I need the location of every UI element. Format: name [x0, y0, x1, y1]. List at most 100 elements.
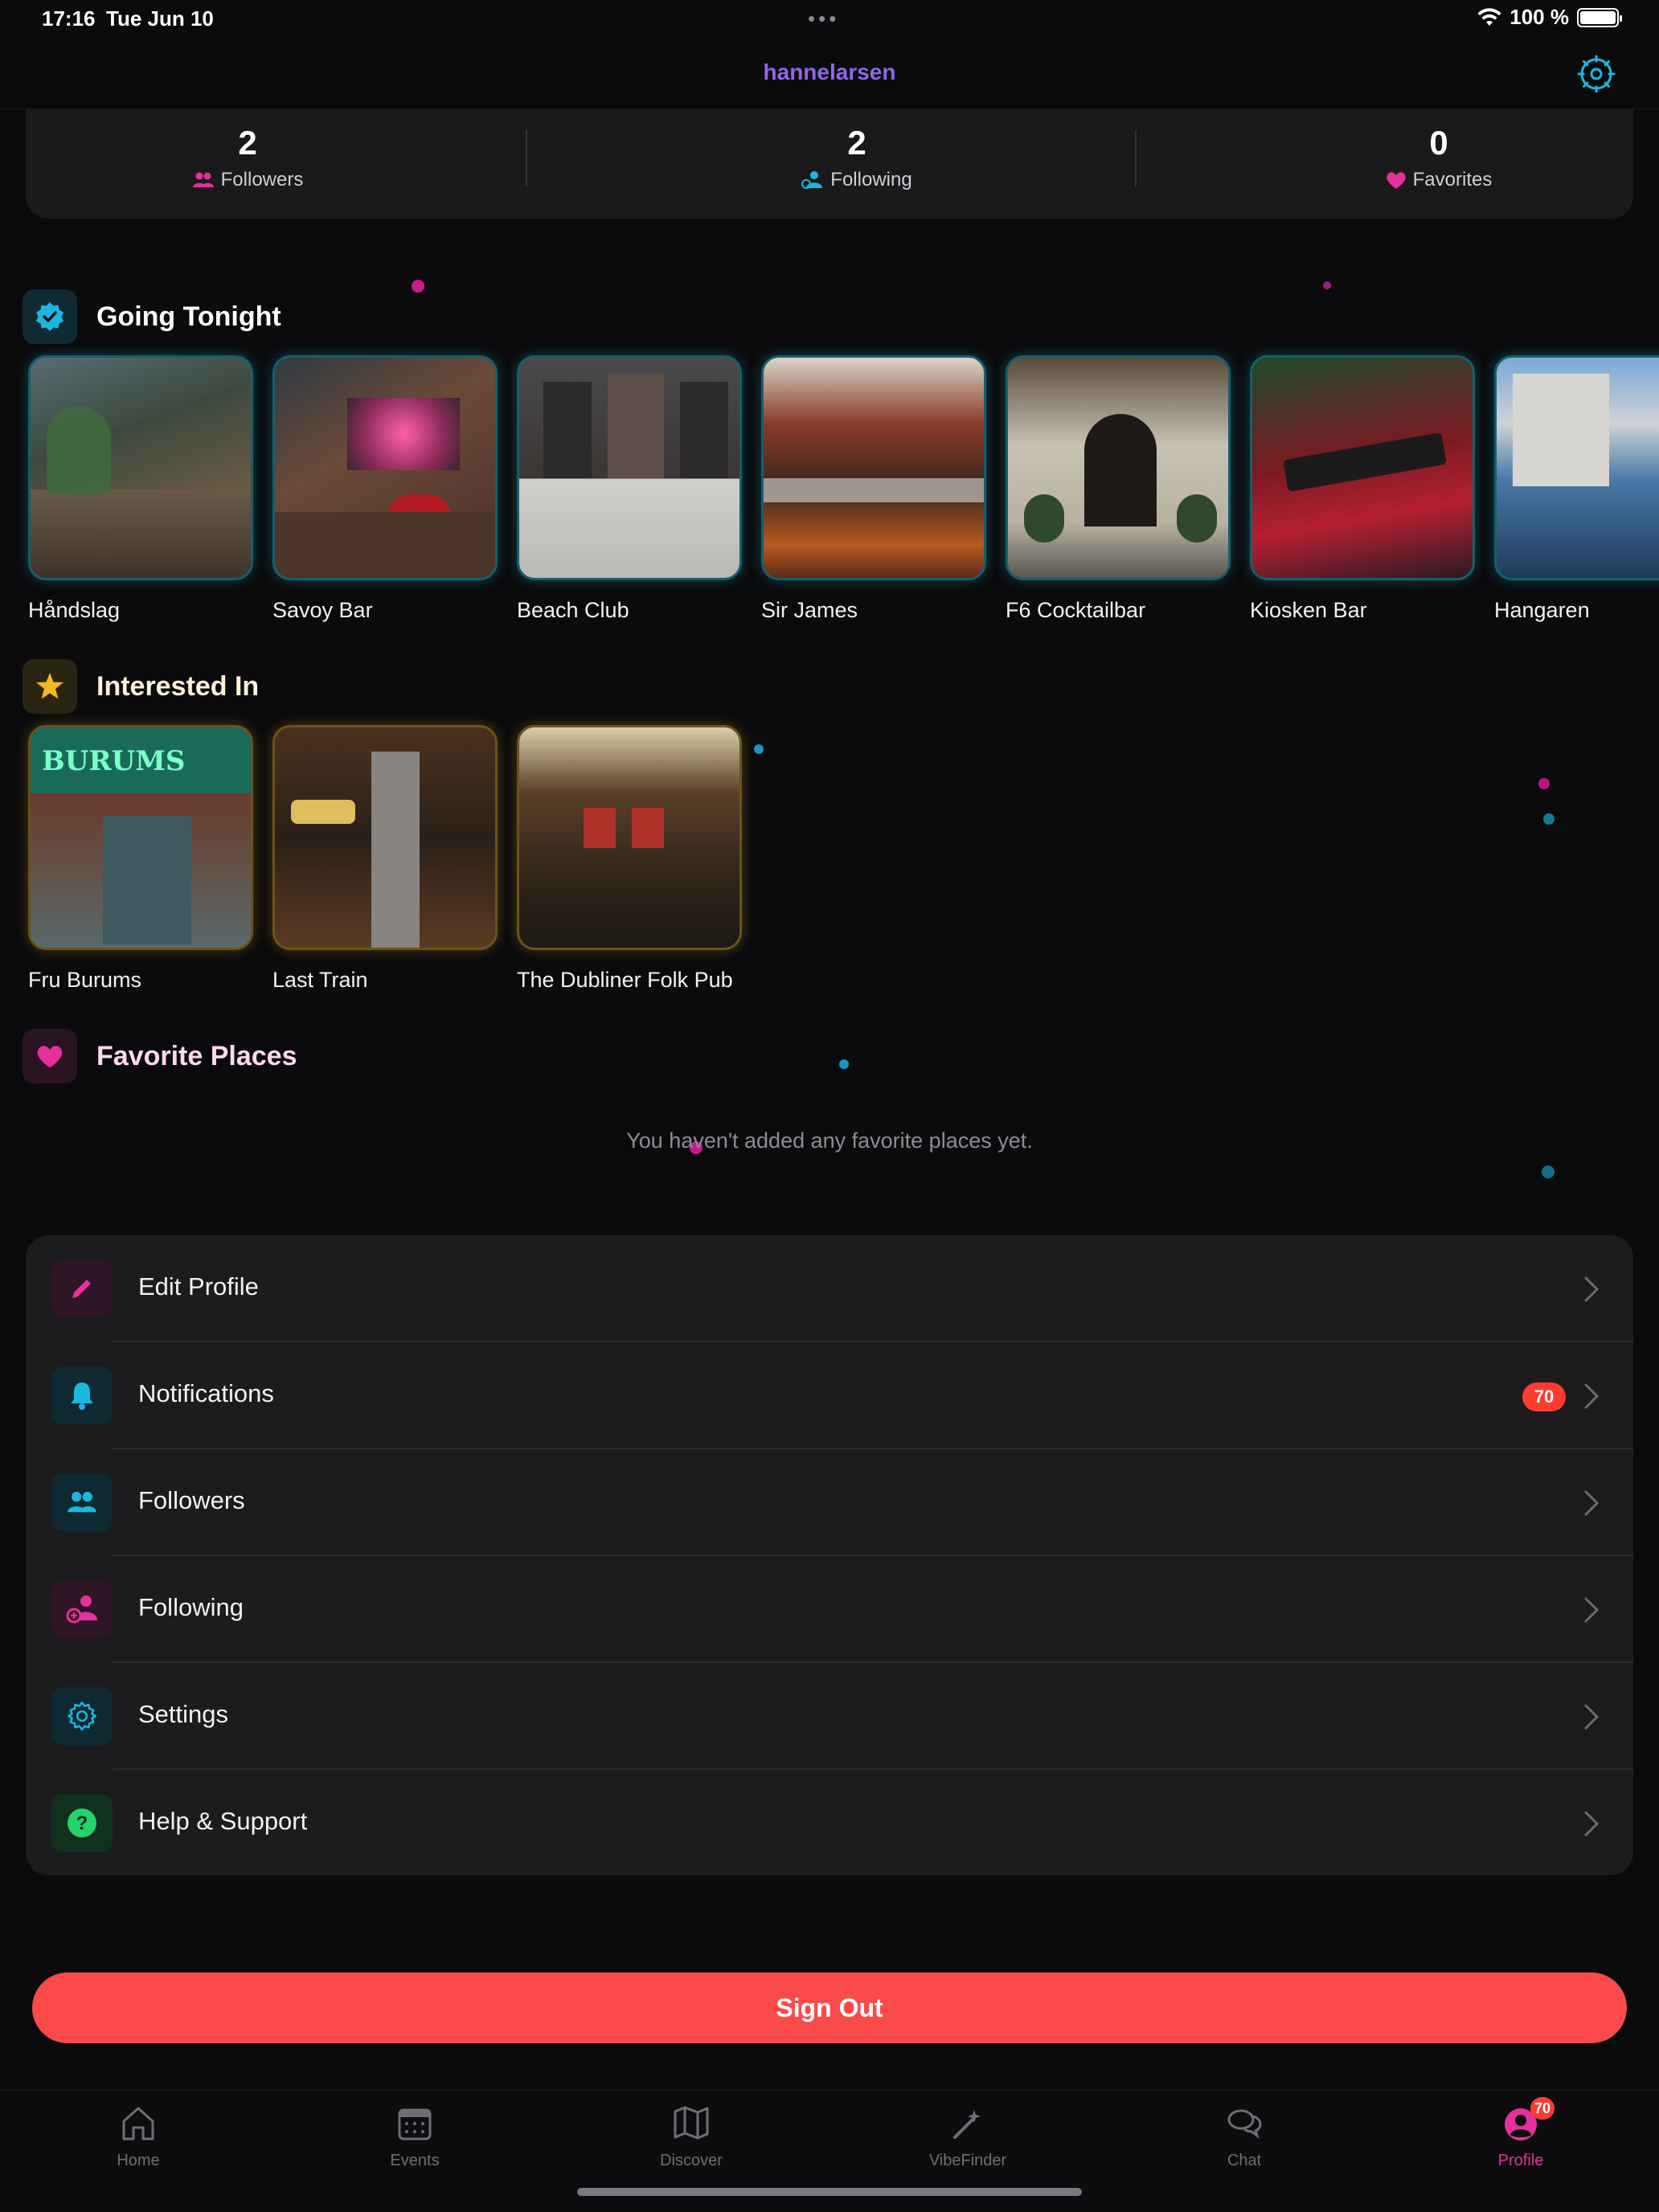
menu-item-followers[interactable]: Followers — [26, 1449, 1633, 1556]
followers-label: Followers — [220, 169, 304, 190]
venue-photo — [272, 355, 498, 580]
menu-item-settings[interactable]: Settings — [26, 1663, 1633, 1770]
status-date: Tue Jun 10 — [106, 6, 214, 31]
stat-followers[interactable]: 2 Followers — [87, 124, 408, 191]
chevron-right-icon — [1584, 1490, 1600, 1516]
venue-card[interactable]: Kiosken Bar — [1250, 355, 1475, 623]
help-icon: ? — [51, 1794, 113, 1852]
venue-name: Sir James — [761, 598, 858, 622]
venue-photo — [1006, 355, 1231, 580]
interested-in-carousel[interactable]: BURUMS Fru Burums Last Train The Dubline… — [28, 725, 742, 993]
venue-name: Hangaren — [1494, 598, 1590, 622]
tab-home[interactable]: Home — [74, 2102, 203, 2170]
notification-badge: 70 — [1522, 1382, 1566, 1411]
stat-divider — [526, 130, 527, 186]
tab-discover[interactable]: Discover — [627, 2102, 756, 2170]
interested-in-header: Interested In — [23, 659, 259, 714]
venue-photo — [28, 355, 253, 580]
tab-vibefinder[interactable]: VibeFinder — [903, 2102, 1032, 2170]
decor-dot — [1543, 813, 1555, 825]
calendar-icon — [398, 2108, 432, 2140]
wand-icon — [953, 2110, 981, 2139]
going-tonight-carousel[interactable]: Håndslag Savoy Bar Beach Club Sir James … — [28, 355, 1659, 623]
stat-divider — [1135, 130, 1137, 186]
tab-chat[interactable]: Chat — [1180, 2102, 1309, 2170]
venue-name: Last Train — [272, 968, 368, 992]
chevron-right-icon — [1584, 1383, 1600, 1409]
chat-bubbles-icon — [1227, 2109, 1262, 2139]
menu-item-edit-profile[interactable]: Edit Profile — [26, 1235, 1633, 1342]
person-follow-icon — [801, 171, 823, 189]
chevron-right-icon — [1584, 1597, 1600, 1623]
gear-icon[interactable] — [1577, 55, 1616, 93]
profile-header: hannelarsen — [0, 39, 1659, 109]
heart-icon — [1386, 172, 1406, 189]
tab-profile[interactable]: 70 Profile — [1456, 2097, 1585, 2170]
menu-item-following[interactable]: Following — [26, 1556, 1633, 1663]
svg-text:?: ? — [76, 1813, 88, 1834]
username-title: hannelarsen — [0, 59, 1659, 85]
venue-card[interactable]: The Dubliner Folk Pub — [517, 725, 742, 993]
home-indicator[interactable] — [577, 2188, 1082, 2196]
venue-card[interactable]: Last Train — [272, 725, 498, 993]
decor-dot — [1538, 778, 1550, 789]
venue-card[interactable]: F6 Cocktailbar — [1006, 355, 1231, 623]
venue-photo — [1250, 355, 1475, 580]
menu-item-help-support[interactable]: ? Help & Support — [26, 1770, 1633, 1875]
house-icon — [122, 2107, 154, 2140]
going-tonight-header: Going Tonight — [23, 289, 281, 344]
venue-photo — [517, 355, 742, 580]
chevron-right-icon — [1584, 1276, 1600, 1302]
menu-item-notifications[interactable]: Notifications 70 — [26, 1342, 1633, 1449]
multitasking-dots[interactable]: ••• — [808, 6, 839, 31]
venue-card[interactable]: Sir James — [761, 355, 986, 623]
menu-label: Edit Profile — [138, 1272, 259, 1301]
decor-dot — [1542, 1165, 1555, 1178]
interested-in-title: Interested In — [96, 670, 260, 702]
pencil-icon — [51, 1260, 113, 1317]
venue-photo — [272, 725, 498, 950]
star-icon — [23, 659, 77, 714]
venue-card[interactable]: Håndslag — [28, 355, 253, 623]
chevron-right-icon — [1584, 1704, 1600, 1730]
stat-favorites[interactable]: 0 Favorites — [1278, 124, 1600, 191]
map-icon — [674, 2106, 709, 2140]
verified-badge-icon — [23, 289, 77, 344]
battery-percent: 100 % — [1509, 5, 1569, 29]
battery-icon — [1577, 7, 1622, 27]
people-icon — [51, 1473, 113, 1531]
wifi-icon — [1477, 7, 1501, 26]
favorites-count: 0 — [1429, 124, 1448, 162]
venue-name: F6 Cocktailbar — [1006, 598, 1146, 622]
people-icon — [192, 172, 214, 187]
status-bar: 17:16 Tue Jun 10 ••• 100 % — [0, 0, 1659, 39]
favorites-label: Favorites — [1412, 169, 1493, 190]
decor-dot — [754, 744, 764, 754]
person-add-icon — [51, 1580, 113, 1638]
heart-icon — [23, 1029, 77, 1083]
stat-following[interactable]: 2 Following — [696, 124, 1018, 191]
decor-dot — [1323, 281, 1331, 289]
menu-label: Followers — [138, 1486, 245, 1514]
venue-name: Håndslag — [28, 598, 121, 622]
gear-icon — [51, 1687, 113, 1745]
decor-dot — [412, 280, 424, 293]
venue-photo — [1494, 355, 1659, 580]
chevron-right-icon — [1584, 1811, 1600, 1837]
tab-events[interactable]: Events — [350, 2102, 479, 2170]
venue-name: Beach Club — [517, 598, 629, 622]
bell-icon — [51, 1366, 113, 1424]
going-tonight-title: Going Tonight — [96, 301, 281, 332]
sign-out-button[interactable]: Sign Out — [32, 1972, 1627, 2043]
favorite-places-header: Favorite Places — [23, 1029, 297, 1083]
venue-name: Fru Burums — [28, 968, 142, 992]
profile-badge: 70 — [1530, 2097, 1555, 2120]
venue-card[interactable]: Beach Club — [517, 355, 742, 623]
menu-label: Notifications — [138, 1379, 274, 1407]
venue-card[interactable]: Savoy Bar — [272, 355, 498, 623]
venue-photo — [761, 355, 986, 580]
venue-name: Savoy Bar — [272, 598, 373, 622]
favorite-places-empty-text: You haven't added any favorite places ye… — [626, 1129, 1033, 1153]
venue-card[interactable]: BURUMS Fru Burums — [28, 725, 253, 993]
venue-card[interactable]: Hangaren — [1494, 355, 1659, 623]
